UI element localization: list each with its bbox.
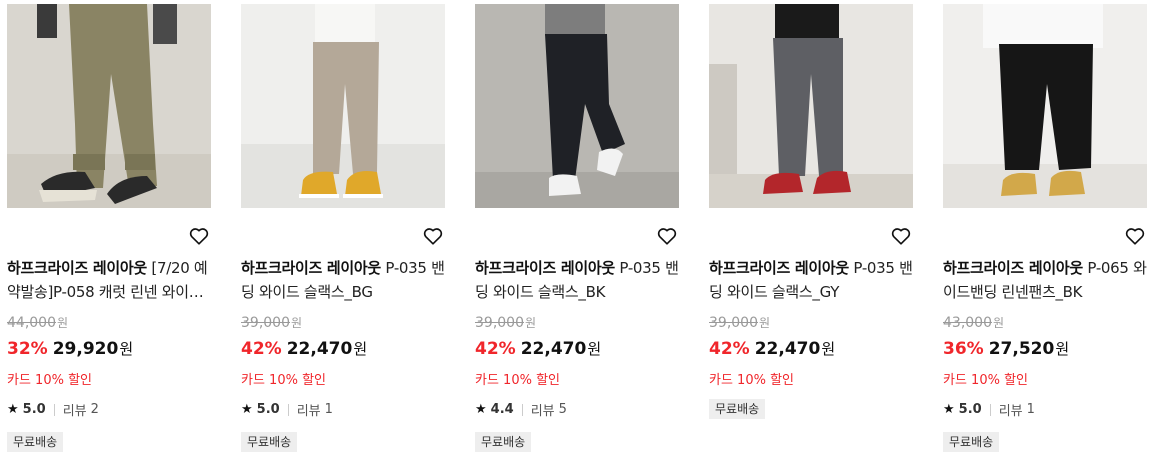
product-title[interactable]: 하프크라이즈 레이아웃 P-035 밴딩 와이드 슬랙스_BK [475, 256, 683, 304]
product-card[interactable]: 하프크라이즈 레이아웃 P-035 밴딩 와이드 슬랙스_BG 39,000원 … [241, 0, 451, 464]
rating-score: 5.0 [22, 402, 46, 417]
discount-rate: 36% [943, 339, 984, 359]
price-row: 42% 22,470원 [475, 339, 602, 359]
discount-rate: 42% [475, 339, 516, 359]
divider [287, 403, 289, 416]
product-image[interactable] [709, 4, 913, 208]
brand-name: 하프크라이즈 레이아웃 [709, 259, 849, 277]
free-shipping-badge: 무료배송 [7, 432, 64, 452]
wishlist-heart-icon[interactable] [656, 225, 678, 247]
original-price: 39,000원 [709, 315, 771, 331]
sale-price: 22,470 [286, 339, 353, 359]
review-label: 리뷰 [998, 404, 1023, 419]
review-count: 5 [558, 402, 567, 417]
price-row: 36% 27,520원 [943, 339, 1070, 359]
star-icon: ★ [475, 402, 487, 417]
rating-row: ★ 5.0 리뷰 1 [241, 400, 333, 419]
rating-row: ★ 4.4 리뷰 5 [475, 400, 567, 419]
free-shipping-badge: 무료배송 [241, 432, 298, 452]
card-discount: 카드 10% 할인 [7, 373, 92, 388]
product-title[interactable]: 하프크라이즈 레이아웃 P-065 와이드밴딩 린넨팬츠_BK [943, 256, 1150, 304]
wishlist-heart-icon[interactable] [1124, 225, 1146, 247]
product-title[interactable]: 하프크라이즈 레이아웃 [7/20 예약발송]P-058 캐럿 린넨 와이드 슬… [7, 256, 215, 304]
divider [53, 403, 55, 416]
review-count: 1 [1026, 402, 1035, 417]
sale-price: 22,470 [754, 339, 821, 359]
product-image[interactable] [943, 4, 1147, 208]
discount-rate: 42% [709, 339, 750, 359]
brand-name: 하프크라이즈 레이아웃 [7, 259, 147, 277]
star-icon: ★ [241, 402, 253, 417]
product-card[interactable]: 하프크라이즈 레이아웃 P-065 와이드밴딩 린넨팬츠_BK 43,000원 … [943, 0, 1150, 464]
original-price: 39,000원 [475, 315, 537, 331]
rating-score: 5.0 [256, 402, 280, 417]
product-card[interactable]: 하프크라이즈 레이아웃 [7/20 예약발송]P-058 캐럿 린넨 와이드 슬… [7, 0, 217, 464]
star-icon: ★ [7, 402, 19, 417]
sale-price: 27,520 [988, 339, 1055, 359]
rating-score: 4.4 [490, 402, 514, 417]
review-label: 리뷰 [530, 404, 555, 419]
product-card[interactable]: 하프크라이즈 레이아웃 P-035 밴딩 와이드 슬랙스_GY 39,000원 … [709, 0, 919, 464]
price-row: 42% 22,470원 [241, 339, 368, 359]
product-title[interactable]: 하프크라이즈 레이아웃 P-035 밴딩 와이드 슬랙스_BG [241, 256, 449, 304]
brand-name: 하프크라이즈 레이아웃 [241, 259, 381, 277]
sale-price: 22,470 [520, 339, 587, 359]
original-price: 43,000원 [943, 315, 1005, 331]
original-price: 39,000원 [241, 315, 303, 331]
discount-rate: 32% [7, 339, 48, 359]
product-image[interactable] [7, 4, 211, 208]
rating-score: 5.0 [958, 402, 982, 417]
wishlist-heart-icon[interactable] [188, 225, 210, 247]
discount-rate: 42% [241, 339, 282, 359]
product-image[interactable] [241, 4, 445, 208]
product-title[interactable]: 하프크라이즈 레이아웃 P-035 밴딩 와이드 슬랙스_GY [709, 256, 917, 304]
star-icon: ★ [943, 402, 955, 417]
card-discount: 카드 10% 할인 [709, 373, 794, 388]
sale-price: 29,920 [52, 339, 119, 359]
product-image[interactable] [475, 4, 679, 208]
product-card[interactable]: 하프크라이즈 레이아웃 P-035 밴딩 와이드 슬랙스_BK 39,000원 … [475, 0, 685, 464]
card-discount: 카드 10% 할인 [241, 373, 326, 388]
divider [521, 403, 523, 416]
review-label: 리뷰 [62, 404, 87, 419]
free-shipping-badge: 무료배송 [475, 432, 532, 452]
brand-name: 하프크라이즈 레이아웃 [475, 259, 615, 277]
wishlist-heart-icon[interactable] [890, 225, 912, 247]
rating-row: ★ 5.0 리뷰 2 [7, 400, 99, 419]
divider [989, 403, 991, 416]
product-grid: 하프크라이즈 레이아웃 [7/20 예약발송]P-058 캐럿 린넨 와이드 슬… [0, 0, 1150, 464]
review-count: 1 [324, 402, 333, 417]
card-discount: 카드 10% 할인 [475, 373, 560, 388]
wishlist-heart-icon[interactable] [422, 225, 444, 247]
original-price: 44,000원 [7, 315, 69, 331]
price-row: 42% 22,470원 [709, 339, 836, 359]
free-shipping-badge: 무료배송 [943, 432, 1000, 452]
rating-row: ★ 5.0 리뷰 1 [943, 400, 1035, 419]
card-discount: 카드 10% 할인 [943, 373, 1028, 388]
review-count: 2 [90, 402, 99, 417]
review-label: 리뷰 [296, 404, 321, 419]
price-row: 32% 29,920원 [7, 339, 134, 359]
free-shipping-badge: 무료배송 [709, 399, 766, 419]
brand-name: 하프크라이즈 레이아웃 [943, 259, 1083, 277]
